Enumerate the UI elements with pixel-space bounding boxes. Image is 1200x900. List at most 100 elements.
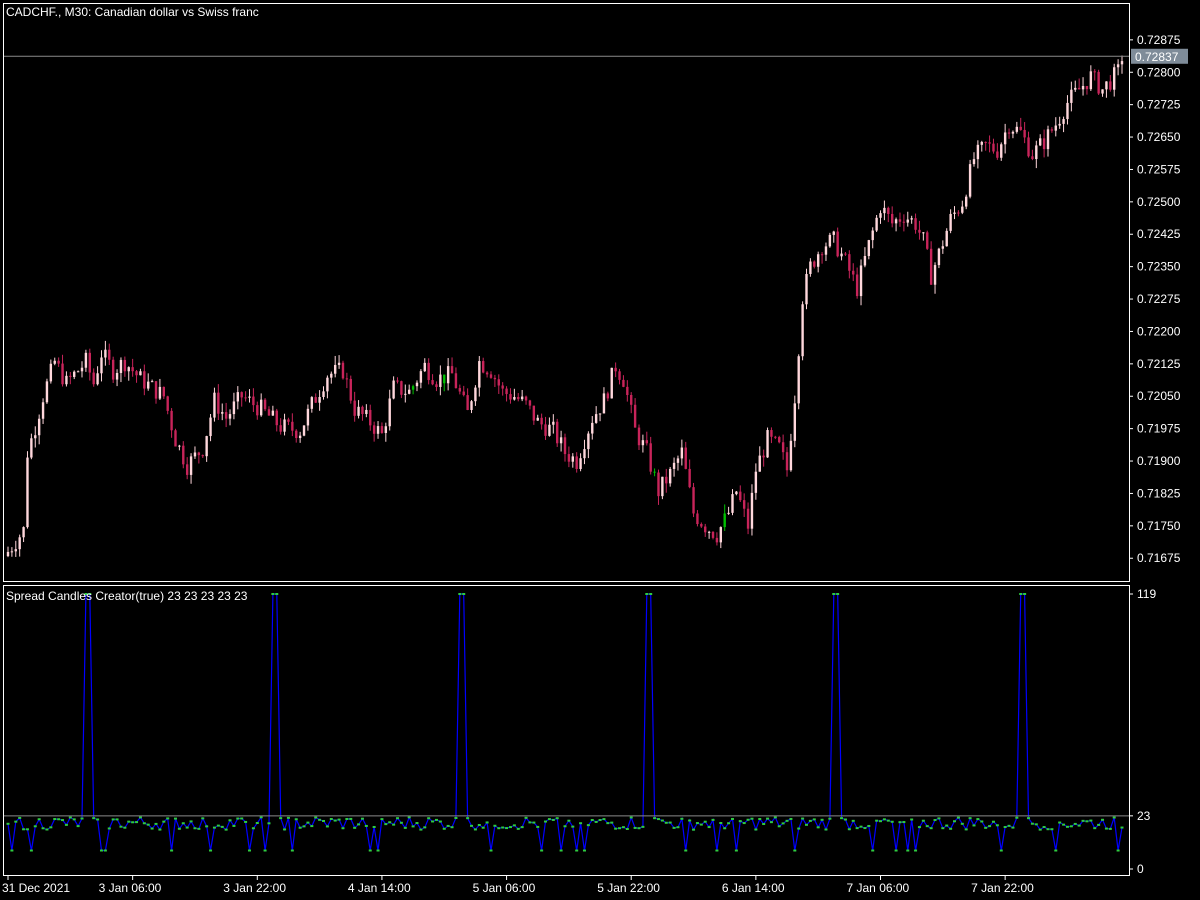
- spread-point: [840, 817, 844, 820]
- spread-point: [357, 823, 361, 826]
- spread-point: [688, 819, 692, 822]
- spread-point: [173, 817, 177, 820]
- spread-point: [384, 823, 388, 826]
- spread-point: [871, 849, 875, 852]
- spread-point: [976, 818, 980, 821]
- indicator-title: Spread Candles Creator(true) 23 23 23 23…: [6, 589, 248, 603]
- spread-point: [789, 817, 793, 820]
- price-tick-label: 0.72275: [1137, 292, 1181, 306]
- spread-point: [777, 825, 781, 828]
- spread-point: [99, 849, 103, 852]
- candle: [263, 398, 267, 412]
- spread-point: [602, 818, 606, 821]
- spread-point: [146, 823, 150, 826]
- spread-point: [103, 849, 107, 852]
- spread-point: [294, 818, 298, 821]
- spread-point: [376, 849, 380, 852]
- spread-point: [29, 849, 33, 852]
- spread-point: [489, 849, 493, 852]
- candle: [45, 378, 49, 404]
- spread-point: [162, 820, 166, 823]
- spread-point: [804, 823, 808, 826]
- spread-point: [727, 822, 731, 825]
- candle: [937, 247, 941, 269]
- spread-point: [633, 826, 637, 829]
- spread-point: [734, 849, 738, 852]
- time-tick-label: 5 Jan 06:00: [473, 881, 536, 895]
- spread-point: [64, 823, 68, 826]
- price-tick-label: 0.72050: [1137, 389, 1181, 403]
- spread-point: [353, 826, 357, 829]
- spread-point: [984, 826, 988, 829]
- candle: [945, 228, 948, 247]
- spread-point: [956, 816, 960, 819]
- price-tick-label: 0.71975: [1137, 422, 1181, 436]
- spread-point: [283, 828, 287, 831]
- spread-point: [668, 821, 672, 824]
- spread-point: [1046, 828, 1050, 831]
- spread-point: [618, 827, 622, 830]
- spread-point: [434, 818, 438, 821]
- spread-point: [1104, 827, 1108, 830]
- candle: [341, 360, 345, 380]
- spread-point: [836, 593, 840, 595]
- spread-point: [715, 849, 719, 852]
- spread-point: [781, 822, 785, 825]
- price-tick-label: 0.72500: [1137, 195, 1181, 209]
- spread-point: [138, 816, 142, 819]
- spread-point: [746, 818, 750, 821]
- price-tick-label: 0.71900: [1137, 454, 1181, 468]
- spread-point: [1062, 823, 1066, 826]
- spread-point: [941, 827, 945, 830]
- spread-point: [528, 821, 532, 824]
- spread-point: [166, 817, 170, 820]
- spread-point: [33, 825, 37, 828]
- spread-point: [964, 828, 968, 831]
- spread-point: [411, 825, 415, 828]
- spread-point: [656, 818, 660, 821]
- time-tick-label: 5 Jan 22:00: [597, 881, 660, 895]
- spread-point: [875, 819, 879, 822]
- spread-point: [801, 817, 805, 820]
- spread-point: [559, 849, 563, 852]
- spread-point: [18, 816, 22, 819]
- spread-point: [703, 820, 707, 823]
- spread-point: [131, 821, 135, 824]
- spread-point: [672, 826, 676, 829]
- spread-point: [742, 822, 746, 825]
- candle: [213, 387, 216, 422]
- spread-point: [793, 849, 797, 852]
- spread-point: [544, 820, 548, 823]
- spread-point: [520, 826, 524, 829]
- chart-window[interactable]: 0.72875 0.72800 0.72725 0.72650 0.72575 0.725…: [0, 0, 1200, 900]
- price-tick-label: 0.72875: [1137, 33, 1181, 47]
- spread-point: [446, 824, 450, 827]
- candle: [801, 301, 804, 361]
- spread-point: [886, 819, 890, 822]
- spread-point: [271, 593, 275, 595]
- spread-point: [653, 817, 657, 820]
- spread-point: [1054, 849, 1058, 852]
- spread-point: [322, 819, 326, 822]
- time-tick-label: 6 Jan 14:00: [722, 881, 785, 895]
- spread-point: [177, 827, 181, 830]
- spread-point: [867, 824, 871, 827]
- spread-point: [431, 820, 435, 823]
- spread-point: [649, 593, 653, 595]
- spread-point: [995, 824, 999, 827]
- spread-point: [1116, 849, 1120, 852]
- spread-point: [224, 828, 228, 831]
- spread-point: [902, 821, 906, 824]
- spread-point: [290, 849, 294, 852]
- spread-point: [1089, 819, 1093, 822]
- spread-point: [349, 817, 353, 820]
- candle: [174, 428, 177, 447]
- spread-point: [524, 816, 528, 819]
- spread-point: [590, 818, 594, 821]
- spread-point: [115, 818, 119, 821]
- spread-point: [730, 817, 734, 820]
- spread-point: [1058, 821, 1062, 824]
- spread-point: [462, 593, 466, 595]
- spread-point: [547, 818, 551, 821]
- spread-point: [107, 827, 111, 830]
